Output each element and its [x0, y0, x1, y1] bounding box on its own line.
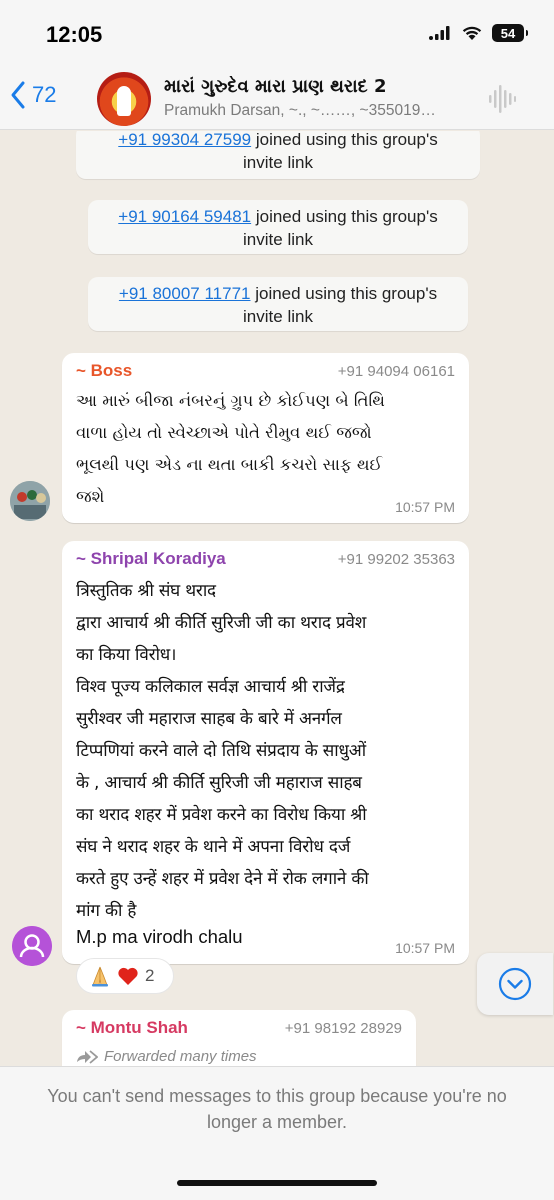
- message-bubble[interactable]: ~ Shripal Koradiya +91 99202 35363 त्रिस…: [62, 541, 469, 964]
- system-message-text: joined using this group's: [250, 284, 438, 303]
- status-bar: 12:05 54: [0, 0, 554, 68]
- sender-phone: +91 99202 35363: [337, 551, 455, 568]
- chat-area[interactable]: +91 99304 27599 joined using this group'…: [0, 131, 554, 1066]
- back-button[interactable]: 72: [10, 80, 56, 110]
- group-avatar[interactable]: [97, 72, 151, 126]
- phone-link[interactable]: +91 80007 11771: [119, 284, 251, 303]
- avatar[interactable]: [12, 926, 52, 966]
- phone-link[interactable]: +91 99304 27599: [118, 131, 251, 149]
- forwarded-label: Forwarded many times: [76, 1048, 257, 1065]
- avatar[interactable]: [10, 481, 50, 521]
- group-title[interactable]: મારાં ગુરુદેવ મારા પ્રાણ થરાદ 2: [164, 76, 464, 97]
- system-message-text: invite link: [243, 307, 313, 326]
- phone-link[interactable]: +91 90164 59481: [118, 207, 251, 226]
- message-time: 10:57 PM: [395, 499, 455, 515]
- message-time: 10:57 PM: [395, 940, 455, 956]
- sender-phone: +91 94094 06161: [337, 363, 455, 380]
- status-icons: 54: [428, 24, 528, 42]
- wifi-icon: [462, 26, 482, 40]
- system-message-text: invite link: [243, 153, 313, 172]
- battery-level: 54: [500, 25, 516, 41]
- sender-phone: +91 98192 28929: [284, 1020, 402, 1037]
- system-message: +91 90164 59481 joined using this group'…: [88, 200, 468, 254]
- unread-count: 72: [32, 82, 57, 107]
- group-photo-icon: [10, 481, 50, 521]
- message-text: त्रिस्तुतिक श्री संघ थराद द्वारा आचार्य …: [76, 581, 369, 921]
- footer-text: You can't send messages to this group be…: [20, 1083, 534, 1135]
- message-bubble[interactable]: ~ Montu Shah +91 98192 28929 Forwarded m…: [62, 1010, 416, 1066]
- reaction-pill[interactable]: 2: [76, 958, 174, 994]
- system-message: +91 80007 11771 joined using this group'…: [88, 277, 468, 331]
- battery-icon: 54: [492, 24, 528, 42]
- system-message: +91 99304 27599 joined using this group'…: [76, 131, 480, 179]
- system-message-text: joined using this group's: [251, 207, 438, 226]
- message-bubble[interactable]: ~ Boss +91 94094 06161 આ મારું બીજા નંબર…: [62, 353, 469, 523]
- forwarded-arrows-icon: [77, 1049, 98, 1064]
- chat-header: 72 મારાં ગુરુદેવ મારા પ્રાણ થરાદ 2 Pramu…: [0, 68, 554, 130]
- chevron-left-icon: [11, 81, 25, 109]
- group-members[interactable]: Pramukh Darsan, ~., ~……, ~355019…: [164, 102, 474, 120]
- sender-name[interactable]: ~ Shripal Koradiya: [76, 549, 226, 569]
- folded-hands-emoji-icon: [92, 966, 108, 987]
- footer-line: You can't send messages to this group be…: [47, 1086, 507, 1106]
- heart-emoji-icon: [118, 967, 138, 985]
- footer-line: longer a member.: [206, 1112, 348, 1132]
- status-time: 12:05: [46, 22, 103, 47]
- sender-name[interactable]: ~ Boss: [76, 361, 132, 381]
- system-message-text: joined using this group's: [251, 131, 438, 149]
- avatar-figure: [117, 86, 131, 116]
- system-message-text: invite link: [243, 230, 313, 249]
- forwarded-text: Forwarded many times: [104, 1048, 257, 1065]
- audio-call-icon[interactable]: [488, 84, 516, 114]
- sender-name[interactable]: ~ Montu Shah: [76, 1018, 188, 1038]
- home-indicator[interactable]: [177, 1180, 377, 1186]
- reaction-count: 2: [145, 966, 155, 985]
- cellular-signal-icon: [429, 26, 450, 40]
- message-text-extra: M.p ma virodh chalu: [76, 926, 243, 947]
- person-icon: [12, 926, 52, 966]
- scroll-to-bottom-button[interactable]: [477, 953, 553, 1015]
- message-text: આ મારું બીજા નંબરનું ગ્રુપ છે કોઈપણ બે ત…: [76, 391, 385, 506]
- chevron-down-circle-icon: [498, 967, 532, 1001]
